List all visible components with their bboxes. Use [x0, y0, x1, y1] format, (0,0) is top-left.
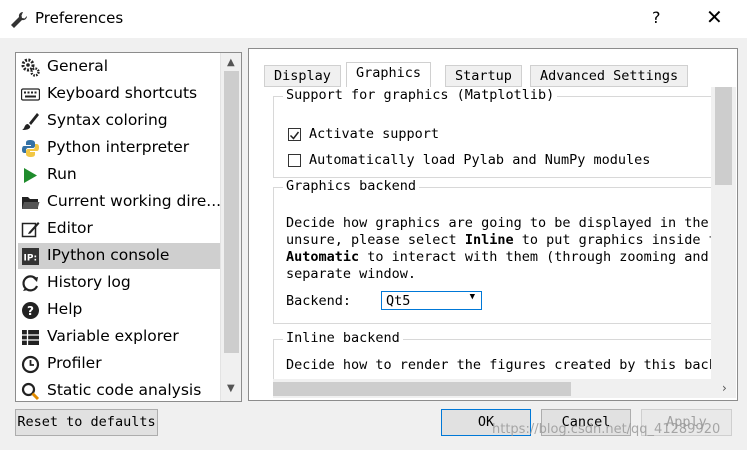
sidebar-item-editor[interactable]: Editor [18, 216, 220, 242]
preferences-sidebar: General Keyboard shortcuts Syntax colori… [15, 52, 242, 402]
svg-text:?: ? [27, 304, 34, 318]
content-horizontal-scrollbar[interactable]: › [273, 379, 736, 398]
sidebar-item-profiler[interactable]: Profiler [18, 351, 220, 377]
keyboard-icon [21, 88, 40, 101]
backend-description: Decide how graphics are going to be disp… [286, 215, 709, 231]
magnifier-icon [21, 382, 40, 401]
horizontal-scroll-thumb[interactable] [273, 382, 571, 396]
close-button[interactable]: ✕ [706, 5, 723, 29]
content-vertical-scrollbar[interactable] [711, 87, 736, 379]
scroll-up-arrow-icon[interactable]: ▲ [227, 57, 235, 68]
inline-description: Decide how to render the figures created… [286, 357, 711, 373]
activate-support-checkbox[interactable] [288, 128, 301, 141]
group-title: Graphics backend [283, 178, 420, 194]
watermark-text: https://blog.csdn.net/qq_41289920 [492, 422, 721, 437]
tab-advanced-settings[interactable]: Advanced Settings [530, 65, 689, 87]
checkmark-icon [289, 131, 300, 140]
sidebar-item-variable-explorer[interactable]: Variable explorer [18, 324, 220, 350]
tab-display[interactable]: Display [264, 65, 341, 87]
tab-graphics[interactable]: Graphics [346, 62, 432, 87]
edit-icon [21, 222, 40, 238]
tab-startup[interactable]: Startup [445, 65, 522, 87]
sidebar-item-history-log[interactable]: History log [18, 270, 220, 296]
reset-to-defaults-button[interactable]: Reset to defaults [15, 409, 158, 436]
paintbrush-icon [22, 113, 39, 130]
dropdown-arrow-icon: ▼ [469, 292, 475, 302]
activate-support-label: Activate support [309, 126, 440, 142]
backend-description: Automatic to interact with them (through… [286, 249, 709, 265]
sidebar-item-help[interactable]: ? Help [18, 297, 220, 323]
scroll-right-arrow-icon[interactable]: › [722, 381, 727, 395]
auto-pylab-label: Automatically load Pylab and NumPy modul… [309, 152, 651, 168]
backend-select[interactable]: Qt5 ▼ [381, 291, 482, 310]
backend-description: unsure, please select Inline to put grap… [286, 232, 711, 248]
title-bar: Preferences ? ✕ [0, 0, 747, 38]
history-icon [22, 275, 39, 292]
sidebar-item-syntax-coloring[interactable]: Syntax coloring [18, 108, 220, 134]
table-icon [22, 330, 39, 345]
play-icon [24, 168, 37, 183]
sidebar-item-current-working-directory[interactable]: Current working dire... [18, 189, 221, 215]
scroll-down-arrow-icon[interactable]: ▼ [227, 383, 235, 394]
sidebar-item-run[interactable]: Run [18, 162, 220, 188]
svg-text:IP:: IP: [24, 254, 38, 264]
group-title: Inline backend [283, 330, 403, 346]
help-button[interactable]: ? [652, 8, 661, 27]
auto-pylab-checkbox[interactable] [288, 154, 301, 167]
window-title: Preferences [35, 9, 124, 27]
wrench-icon [11, 11, 28, 28]
sidebar-scrollbar[interactable]: ▲ ▼ [220, 53, 241, 401]
python-icon [22, 140, 39, 157]
gears-icon [21, 58, 40, 77]
folder-icon [22, 197, 40, 209]
content-scroll-thumb[interactable] [715, 87, 732, 185]
sidebar-item-general[interactable]: General [18, 54, 220, 80]
settings-panel: Display Graphics Startup Advanced Settin… [248, 48, 738, 401]
backend-value: Qt5 [386, 293, 411, 309]
backend-description: separate window. [286, 266, 417, 282]
sidebar-item-keyboard-shortcuts[interactable]: Keyboard shortcuts [18, 81, 220, 107]
graphics-tab-content: Support for graphics (Matplotlib) Activa… [273, 87, 711, 379]
sidebar-item-static-code-analysis[interactable]: Static code analysis [18, 378, 220, 401]
sidebar-scroll-thumb[interactable] [224, 71, 239, 353]
ipython-icon: IP: [22, 248, 39, 265]
backend-label: Backend: [286, 293, 352, 309]
group-title: Support for graphics (Matplotlib) [283, 87, 558, 103]
sidebar-item-ipython-console[interactable]: IP: IPython console [18, 243, 220, 269]
clock-icon [21, 355, 40, 374]
sidebar-item-python-interpreter[interactable]: Python interpreter [18, 135, 220, 161]
help-icon: ? [22, 302, 39, 319]
